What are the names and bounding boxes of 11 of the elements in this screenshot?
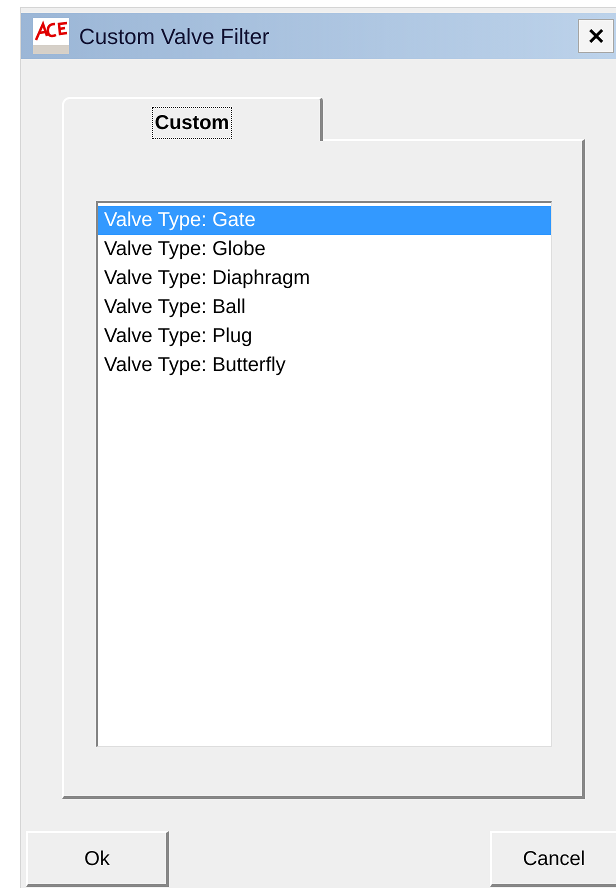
list-item[interactable]: Valve Type: Globe [98, 235, 551, 264]
list-item[interactable]: Valve Type: Diaphragm [98, 264, 551, 293]
list-item[interactable]: Valve Type: Butterfly [98, 351, 551, 380]
cancel-button[interactable]: Cancel [490, 831, 616, 887]
close-button[interactable]: ✕ [578, 19, 614, 53]
app-logo-icon [33, 18, 69, 54]
tab[interactable]: Custom [62, 97, 323, 141]
ok-button[interactable]: Ok [26, 831, 169, 887]
list-item[interactable]: Valve Type: Ball [98, 293, 551, 322]
window-title: Custom Valve Filter [79, 22, 270, 50]
list-item[interactable]: Valve Type: Plug [98, 322, 551, 351]
